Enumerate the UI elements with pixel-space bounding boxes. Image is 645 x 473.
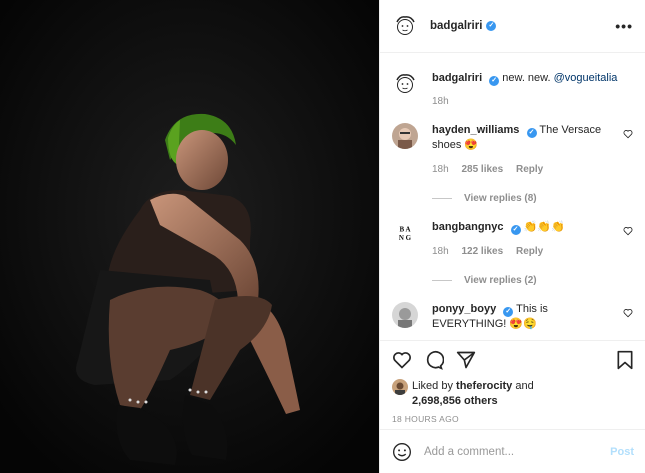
caption-body: badgalriri ✓ new. new. @vogueitalia 18h xyxy=(432,71,622,109)
caption-text: new. new. xyxy=(502,72,551,84)
comment-body: bangbangnyc ✓ 👏👏👏 18h 122 likes Reply xyxy=(432,220,622,259)
comment-item: B A N G bangbangnyc ✓ 👏👏👏 18h 122 likes … xyxy=(392,220,633,259)
commenter-avatar[interactable] xyxy=(392,302,418,328)
post-details-panel: badgalriri ✓ ••• badgalriri ✓ new. new. … xyxy=(379,0,645,473)
likes-summary: Liked by theferocity and 2,698,856 other… xyxy=(392,379,634,409)
instagram-post-window: badgalriri ✓ ••• badgalriri ✓ new. new. … xyxy=(0,0,645,473)
comments-list[interactable]: badgalriri ✓ new. new. @vogueitalia 18h xyxy=(380,53,645,340)
comment-body: ponyy_boyy ✓ This is EVERYTHING! 😍🤤 xyxy=(432,302,622,332)
post-header: badgalriri ✓ ••• xyxy=(380,0,645,53)
comment-item: ponyy_boyy ✓ This is EVERYTHING! 😍🤤 xyxy=(392,302,633,332)
liker-username[interactable]: theferocity xyxy=(456,380,512,392)
post-photo-illustration xyxy=(0,0,379,473)
liker-avatar[interactable] xyxy=(392,379,408,395)
bookmark-icon[interactable] xyxy=(616,350,634,370)
post-comment-button[interactable]: Post xyxy=(610,446,634,458)
commenter-avatar[interactable] xyxy=(392,123,418,149)
comment-like-heart-icon[interactable] xyxy=(623,129,633,139)
comment-input[interactable]: Add a comment... xyxy=(424,446,610,458)
likes-count-link[interactable]: 2,698,856 others xyxy=(412,395,498,407)
caption: badgalriri ✓ new. new. @vogueitalia 18h xyxy=(392,71,633,109)
verified-badge-icon: ✓ xyxy=(489,76,500,86)
comment-likes[interactable]: 122 likes xyxy=(461,246,503,257)
reply-button[interactable]: Reply xyxy=(516,246,543,257)
svg-text:B A: B A xyxy=(399,226,410,234)
comment-item: hayden_williams ✓ The Versace shoes 😍 18… xyxy=(392,123,633,177)
likes-prefix: Liked by xyxy=(412,380,453,392)
view-replies-label: View replies (8) xyxy=(464,193,537,204)
comment-username[interactable]: ponyy_boyy xyxy=(432,303,496,315)
add-comment-bar: Add a comment... Post xyxy=(380,429,645,473)
verified-badge-icon: ✓ xyxy=(503,307,514,317)
share-icon[interactable] xyxy=(456,350,476,370)
caption-meta: 18h xyxy=(432,94,622,109)
comment-username[interactable]: bangbangnyc xyxy=(432,221,504,233)
replies-divider xyxy=(432,280,452,281)
verified-badge-icon: ✓ xyxy=(510,225,521,235)
emoji-icon[interactable] xyxy=(392,442,412,462)
caption-time[interactable]: 18h xyxy=(432,96,449,107)
comment-like-heart-icon[interactable] xyxy=(623,308,633,318)
author-avatar[interactable] xyxy=(392,71,418,97)
view-replies-button[interactable]: View replies (2) xyxy=(432,275,633,286)
caption-mention-link[interactable]: @vogueitalia xyxy=(554,72,618,84)
svg-text:N G: N G xyxy=(399,234,412,242)
comment-meta: 18h 285 likes Reply xyxy=(432,162,622,177)
comment-icon[interactable] xyxy=(424,350,444,370)
heart-icon[interactable] xyxy=(392,350,412,370)
author-avatar[interactable] xyxy=(392,13,418,39)
post-timestamp[interactable]: 18 HOURS AGO xyxy=(392,414,634,424)
post-photo[interactable] xyxy=(0,0,379,473)
replies-divider xyxy=(432,198,452,199)
verified-badge-icon: ✓ xyxy=(526,128,537,138)
verified-badge-icon: ✓ xyxy=(486,21,497,31)
view-replies-button[interactable]: View replies (8) xyxy=(432,193,633,204)
reply-button[interactable]: Reply xyxy=(516,164,543,175)
comment-time[interactable]: 18h xyxy=(432,246,449,257)
comment-like-heart-icon[interactable] xyxy=(623,226,633,236)
view-replies-label: View replies (2) xyxy=(464,275,537,286)
comment-likes[interactable]: 285 likes xyxy=(461,164,503,175)
caption-username[interactable]: badgalriri xyxy=(432,72,482,84)
comment-time[interactable]: 18h xyxy=(432,164,449,175)
comment-text: 👏👏👏 xyxy=(523,221,565,233)
post-actions: Liked by theferocity and 2,698,856 other… xyxy=(380,340,645,424)
action-bar xyxy=(392,341,634,379)
commenter-avatar[interactable]: B A N G xyxy=(392,220,418,246)
author-username[interactable]: badgalriri xyxy=(430,20,482,32)
likes-joiner: and xyxy=(515,380,534,392)
comment-meta: 18h 122 likes Reply xyxy=(432,244,622,259)
likes-text: Liked by theferocity and 2,698,856 other… xyxy=(412,379,534,409)
comment-body: hayden_williams ✓ The Versace shoes 😍 18… xyxy=(432,123,622,177)
comment-username[interactable]: hayden_williams xyxy=(432,124,519,136)
more-options-icon[interactable]: ••• xyxy=(615,18,633,34)
